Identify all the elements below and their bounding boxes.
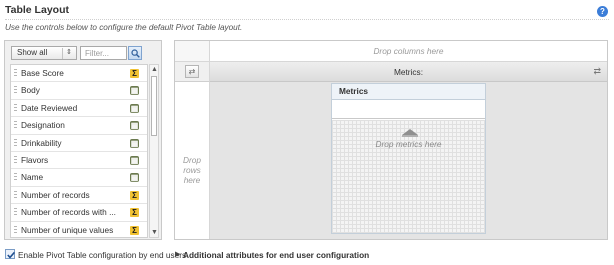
drag-handle-icon[interactable] (14, 138, 17, 148)
show-filter-select-value: Show all (17, 48, 48, 57)
attribute-list-item[interactable]: Number of records Σ (11, 186, 147, 205)
attribute-icon: ▦ (130, 103, 139, 113)
additional-attributes-link[interactable]: Additional attributes for end user confi… (183, 250, 369, 260)
sigma-icon: Σ (130, 225, 139, 235)
drag-handle-icon[interactable] (14, 225, 17, 235)
attribute-list-item[interactable]: Drinkability ▦ (11, 134, 147, 152)
drag-handle-icon[interactable] (14, 208, 17, 218)
enable-config-label[interactable]: Enable Pivot Table configuration by end … (18, 250, 186, 260)
attribute-item-label: Designation (21, 120, 65, 131)
sigma-icon: Σ (130, 190, 139, 200)
metrics-bar-label: Metrics: (393, 67, 424, 77)
attribute-list-item[interactable]: Date Reviewed ▦ (11, 99, 147, 118)
drag-handle-icon[interactable] (14, 121, 17, 131)
attribute-item-label: Name (21, 172, 44, 183)
attribute-item-label: Flavors (21, 154, 49, 165)
attribute-item-label: Drinkability (21, 137, 62, 148)
page-description: Use the controls below to configure the … (5, 23, 243, 32)
metrics-box-slot (332, 100, 485, 119)
filter-input[interactable] (80, 46, 127, 60)
attribute-item-label: Number of records (21, 189, 90, 200)
attribute-panel: Show all ⇕ Base ScoreΣBody▦Date Reviewed… (4, 40, 162, 240)
search-button[interactable] (128, 46, 142, 60)
attribute-list: Base Score Σ Body ▦ Date Reviewed ▦ Designatio… (10, 64, 148, 238)
pivot-layout-area: Drop columns here ⇄ Metrics: ⇄ Drop rows… (174, 40, 608, 240)
swap-axes-button[interactable]: ⇄ (185, 65, 199, 78)
attribute-icon: ▦ (130, 86, 139, 96)
attribute-icon: ▦ (130, 121, 139, 131)
drag-handle-icon[interactable] (14, 155, 17, 165)
attribute-list-item[interactable]: Designation ▦ (11, 117, 147, 135)
attribute-list-scrollbar[interactable]: ▲ ▼ (149, 64, 159, 238)
page-title: Table Layout (5, 4, 69, 16)
sigma-icon: Σ (130, 69, 139, 78)
attribute-list-item[interactable]: Base Score Σ (11, 65, 147, 83)
attribute-item-label: Number of unique values (21, 224, 114, 235)
metrics-drop-box[interactable]: Metrics Drop metrics here (331, 83, 486, 234)
pivot-corner (175, 41, 210, 62)
scroll-down-icon[interactable]: ▼ (151, 229, 158, 236)
attribute-item-label: Date Reviewed (21, 102, 78, 113)
drag-handle-icon[interactable] (14, 86, 17, 96)
drop-columns-zone[interactable]: Drop columns here (210, 41, 607, 62)
search-icon (131, 49, 140, 58)
attribute-icon: ▦ (130, 173, 139, 183)
metrics-drop-zone[interactable]: Drop metrics here (332, 120, 485, 233)
drag-handle-icon[interactable] (14, 69, 17, 78)
show-filter-select[interactable]: Show all ⇕ (11, 46, 77, 60)
sigma-icon: Σ (130, 208, 139, 218)
drag-handle-icon[interactable] (14, 103, 17, 113)
expand-arrow-icon[interactable]: ▶ (175, 250, 180, 258)
drag-handle-icon[interactable] (14, 173, 17, 183)
enable-config-checkbox[interactable] (5, 249, 16, 259)
swap-cell: ⇄ (175, 62, 210, 82)
metrics-box-title: Metrics (332, 84, 485, 100)
attribute-list-item[interactable]: Body ▦ (11, 82, 147, 100)
attribute-item-label: Number of records with ... (21, 207, 116, 218)
scrollbar-thumb[interactable] (151, 76, 157, 136)
swap-icon[interactable]: ⇄ (593, 66, 601, 77)
title-divider (5, 19, 609, 20)
attribute-item-label: Body (21, 85, 40, 96)
drop-rows-zone[interactable]: Drop rows here (175, 82, 210, 239)
attribute-list-item[interactable]: Flavors ▦ (11, 151, 147, 170)
attribute-list-item[interactable]: Number of unique values Σ (11, 221, 147, 237)
attribute-list-item[interactable]: Number of records with ... Σ (11, 204, 147, 222)
scroll-up-icon[interactable]: ▲ (151, 66, 158, 73)
attribute-icon: ▦ (130, 155, 139, 165)
drag-handle-icon[interactable] (14, 190, 17, 200)
help-icon[interactable]: ? (597, 6, 608, 17)
metrics-bar: Metrics: ⇄ (210, 62, 607, 82)
attribute-list-item[interactable]: Name ▦ (11, 169, 147, 187)
drop-metrics-label: Drop metrics here (375, 139, 442, 149)
attribute-icon: ▦ (130, 138, 139, 148)
chevron-updown-icon: ⇕ (66, 49, 72, 56)
attribute-item-label: Base Score (21, 68, 64, 78)
checkmark-icon (7, 251, 16, 259)
